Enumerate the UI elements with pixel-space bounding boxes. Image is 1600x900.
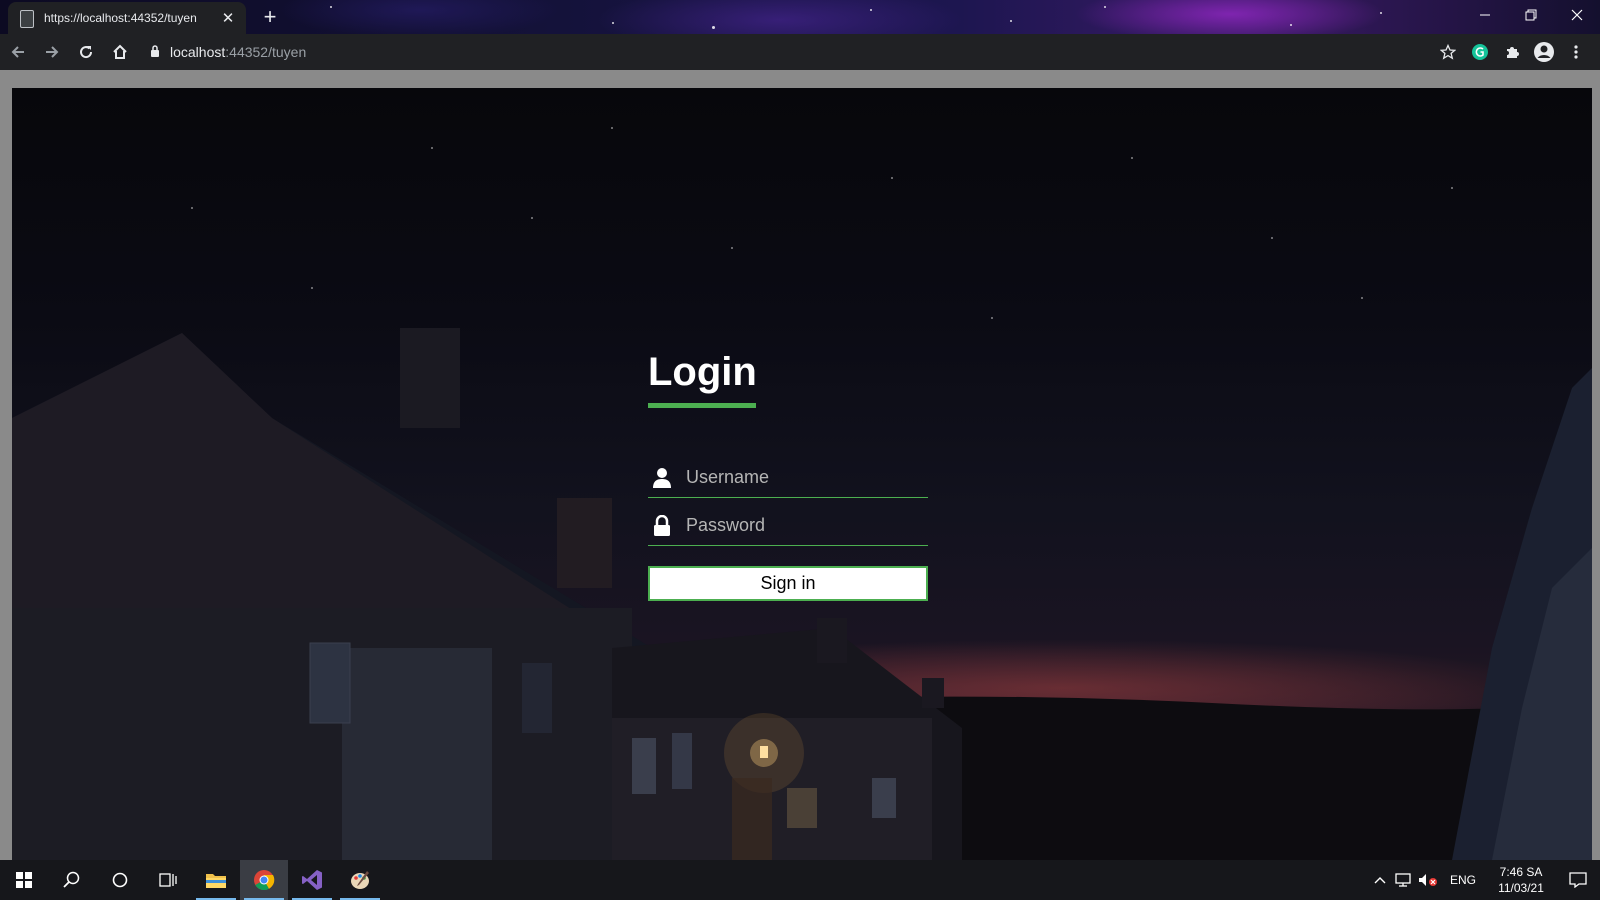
close-window-button[interactable]	[1554, 0, 1600, 30]
grammarly-icon	[1472, 44, 1488, 60]
clock-date: 11/03/21	[1498, 881, 1544, 895]
file-explorer-button[interactable]	[192, 860, 240, 900]
page-frame: Login Sign in	[0, 70, 1600, 860]
tab-title: https://localhost:44352/tuyen	[44, 11, 197, 25]
extensions-button[interactable]	[1496, 36, 1528, 68]
cortana-circle-icon	[112, 872, 128, 888]
reload-icon	[80, 46, 93, 59]
paint-app-button[interactable]	[336, 860, 384, 900]
window-controls	[1462, 0, 1600, 30]
title-underline	[648, 403, 756, 408]
volume-muted-icon[interactable]	[1416, 860, 1440, 900]
password-field	[648, 506, 928, 546]
network-icon[interactable]	[1392, 860, 1416, 900]
star-icon	[1440, 44, 1456, 60]
password-input[interactable]	[676, 514, 928, 537]
bookmark-star-button[interactable]	[1432, 36, 1464, 68]
forward-button[interactable]	[36, 36, 68, 68]
arrow-right-icon	[46, 46, 59, 58]
browser-menu-button[interactable]	[1560, 36, 1592, 68]
visual-studio-button[interactable]	[288, 860, 336, 900]
arrow-left-icon	[11, 46, 24, 58]
paint-palette-icon	[351, 871, 369, 889]
login-form: Login Sign in	[648, 345, 928, 601]
grammarly-extension-button[interactable]	[1464, 36, 1496, 68]
clock-time: 7:46 SA	[1499, 865, 1543, 879]
system-clock[interactable]: 7:46 SA 11/03/21	[1486, 864, 1556, 896]
profile-button[interactable]	[1528, 36, 1560, 68]
folder-icon	[206, 874, 226, 888]
close-icon	[1571, 9, 1583, 21]
lock-icon[interactable]	[150, 44, 160, 60]
home-button[interactable]	[104, 36, 136, 68]
avatar-icon	[1534, 42, 1554, 62]
user-icon	[648, 467, 676, 489]
login-page: Login Sign in	[12, 88, 1592, 860]
minimize-button[interactable]	[1462, 0, 1508, 30]
browser-tab[interactable]: https://localhost:44352/tuyen ✕	[8, 2, 246, 34]
system-tray: ENG 7:46 SA 11/03/21	[1368, 860, 1600, 900]
chrome-icon	[254, 870, 275, 891]
kebab-menu-icon	[1574, 45, 1578, 59]
visual-studio-icon	[302, 870, 322, 890]
page-title: Login	[648, 350, 757, 394]
search-button[interactable]	[48, 860, 96, 900]
back-button[interactable]	[2, 36, 34, 68]
url-path: :44352/tuyen	[225, 44, 307, 60]
url-host: localhost	[170, 44, 226, 60]
search-icon	[63, 871, 80, 888]
address-bar[interactable]: localhost:44352/tuyen	[140, 38, 1440, 66]
browser-titlebar: https://localhost:44352/tuyen ✕ +	[0, 0, 1600, 34]
minimize-icon	[1480, 14, 1490, 16]
task-view-button[interactable]	[144, 860, 192, 900]
chevron-up-icon	[1374, 877, 1386, 884]
windows-logo-icon	[16, 872, 32, 888]
username-field	[648, 458, 928, 498]
reload-button[interactable]	[70, 36, 102, 68]
browser-toolbar: localhost:44352/tuyen	[0, 34, 1600, 70]
restore-button[interactable]	[1508, 0, 1554, 30]
show-hidden-icons-button[interactable]	[1368, 860, 1392, 900]
lock-icon	[648, 514, 676, 537]
start-button[interactable]	[0, 860, 48, 900]
task-view-icon	[159, 873, 177, 887]
new-tab-button[interactable]: +	[256, 6, 284, 30]
sign-in-button[interactable]: Sign in	[648, 566, 928, 601]
input-language-indicator[interactable]: ENG	[1440, 873, 1486, 887]
action-center-button[interactable]	[1556, 860, 1600, 900]
windows-taskbar: ENG 7:46 SA 11/03/21	[0, 860, 1600, 900]
tab-close-icon[interactable]: ✕	[220, 9, 236, 27]
chrome-button[interactable]	[240, 860, 288, 900]
puzzle-icon	[1507, 47, 1519, 58]
notification-icon	[1569, 872, 1587, 888]
home-icon	[113, 44, 127, 59]
username-input[interactable]	[676, 466, 928, 489]
restore-icon	[1525, 9, 1537, 21]
cortana-button[interactable]	[96, 860, 144, 900]
page-favicon-icon	[18, 10, 34, 28]
